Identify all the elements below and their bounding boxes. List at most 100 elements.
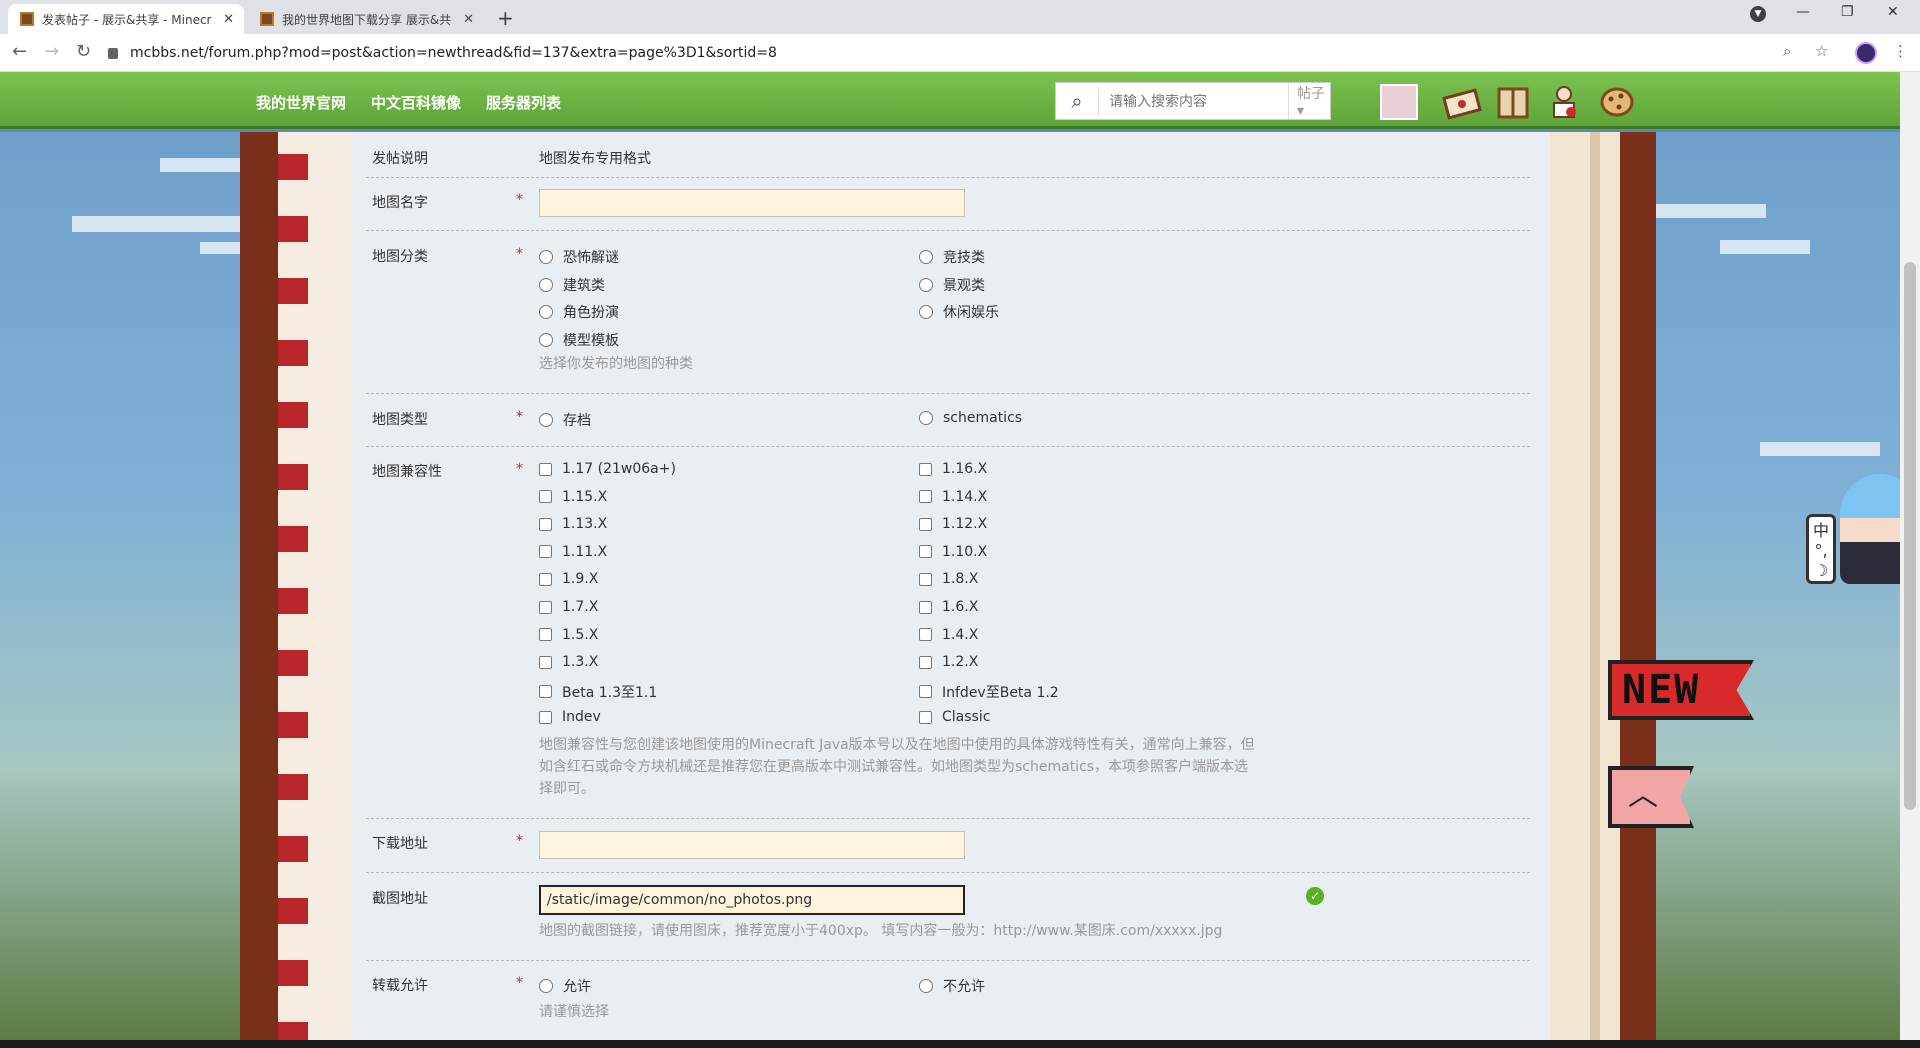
cookie-icon[interactable] bbox=[1598, 84, 1636, 120]
checkbox-icon[interactable] bbox=[919, 628, 932, 642]
compat-checkbox-left-0[interactable]: 1.17 (21w06a+) bbox=[539, 461, 676, 477]
row-compatibility: 地图兼容性 * 1.17 (21w06a+) 1.15.X 1.13.X 1.11.X… bbox=[366, 447, 1530, 819]
screenshot-hint: 地图的截图链接，请使用图床，推荐宽度小于400xp。 填写内容一般为：http:… bbox=[539, 923, 1223, 939]
checkbox-icon[interactable] bbox=[539, 685, 552, 699]
close-tab-icon[interactable]: ✕ bbox=[463, 12, 474, 27]
checkbox-icon[interactable] bbox=[539, 600, 552, 614]
minimize-icon[interactable]: — bbox=[1796, 4, 1810, 20]
compat-version-label: 1.8.X bbox=[942, 571, 979, 588]
reload-icon[interactable]: ↻ bbox=[76, 41, 91, 62]
browser-toolbar: ← → ↻ mcbbs.net/forum.php?mod=post&actio… bbox=[0, 34, 1920, 72]
field-label: 地图兼容性 bbox=[372, 464, 442, 480]
compat-checkbox-right-6[interactable]: 1.4.X bbox=[919, 627, 978, 643]
download-url-input[interactable] bbox=[539, 831, 965, 859]
category-scenery-radio[interactable]: 景观类 bbox=[919, 275, 985, 295]
checkbox-icon[interactable] bbox=[919, 462, 932, 476]
crafting-box-icon[interactable] bbox=[1494, 84, 1532, 120]
checkbox-icon[interactable] bbox=[539, 462, 552, 476]
profile-avatar[interactable] bbox=[1855, 42, 1877, 64]
category-casual-radio[interactable]: 休闲娱乐 bbox=[919, 302, 999, 322]
scrollbar-thumb[interactable] bbox=[1904, 262, 1916, 810]
checkbox-icon[interactable] bbox=[919, 545, 932, 559]
row-screenshot-url: 截图地址 ✓ 地图的截图链接，请使用图床，推荐宽度小于400xp。 填写内容一般… bbox=[366, 873, 1530, 961]
compat-checkbox-left-1[interactable]: 1.15.X bbox=[539, 489, 607, 505]
compat-checkbox-right-0[interactable]: 1.16.X bbox=[919, 461, 987, 477]
type-schematics-radio[interactable]: schematics bbox=[919, 410, 1022, 426]
checkbox-icon[interactable] bbox=[919, 572, 932, 586]
checkbox-icon[interactable] bbox=[539, 490, 552, 504]
compat-checkbox-right-2[interactable]: 1.12.X bbox=[919, 516, 987, 532]
tab-post-thread[interactable]: 发表帖子 - 展示&共享 - Minecr ✕ bbox=[8, 4, 244, 34]
category-horror-radio[interactable]: 恐怖解谜 bbox=[539, 247, 619, 267]
checkbox-icon[interactable] bbox=[919, 490, 932, 504]
checkbox-icon[interactable] bbox=[919, 600, 932, 614]
notice-value: 地图发布专用格式 bbox=[539, 151, 651, 167]
field-label: 地图名字 bbox=[372, 195, 428, 211]
checkbox-icon[interactable] bbox=[539, 710, 552, 724]
compat-checkbox-left-4[interactable]: 1.9.X bbox=[539, 571, 598, 587]
new-tab-button[interactable]: + bbox=[497, 6, 514, 30]
screenshot-url-input[interactable] bbox=[539, 885, 965, 915]
search-type-select[interactable]: 帖子 ▾ bbox=[1288, 83, 1330, 119]
compat-checkbox-left-2[interactable]: 1.13.X bbox=[539, 516, 607, 532]
search-icon[interactable]: ⌕ bbox=[1056, 89, 1098, 113]
compat-checkbox-right-1[interactable]: 1.14.X bbox=[919, 489, 987, 505]
message-envelope-icon[interactable] bbox=[1442, 84, 1482, 120]
compat-checkbox-right-4[interactable]: 1.8.X bbox=[919, 571, 978, 587]
compat-checkbox-left-5[interactable]: 1.7.X bbox=[539, 599, 598, 615]
compat-version-label: 1.12.X bbox=[942, 516, 988, 533]
category-roleplay-radio[interactable]: 角色扮演 bbox=[539, 302, 619, 322]
compat-checkbox-left-8[interactable]: Beta 1.3至1.1 bbox=[539, 682, 657, 702]
compat-version-label: Beta 1.3至1.1 bbox=[562, 684, 658, 701]
compat-checkbox-left-9[interactable]: Indev bbox=[539, 709, 601, 725]
user-avatar[interactable] bbox=[1380, 84, 1418, 120]
compat-checkbox-right-7[interactable]: 1.2.X bbox=[919, 654, 978, 670]
repost-allow-radio[interactable]: 允许 bbox=[539, 976, 591, 996]
nav-minecraft-official[interactable]: 我的世界官网 bbox=[256, 92, 346, 113]
checkbox-icon[interactable] bbox=[919, 685, 932, 699]
restore-icon[interactable]: ❐ bbox=[1841, 4, 1854, 20]
forward-arrow-icon[interactable]: → bbox=[44, 41, 59, 62]
repost-deny-radio[interactable]: 不允许 bbox=[919, 976, 985, 996]
new-post-flag-button[interactable]: NEW bbox=[1608, 660, 1754, 720]
checkbox-icon[interactable] bbox=[539, 655, 552, 669]
bookmark-star-icon[interactable]: ☆ bbox=[1815, 42, 1828, 60]
compat-checkbox-left-7[interactable]: 1.3.X bbox=[539, 654, 598, 670]
checkbox-icon[interactable] bbox=[919, 710, 932, 724]
search-input[interactable] bbox=[1098, 86, 1288, 116]
potion-icon[interactable] bbox=[1545, 84, 1583, 120]
page-scrollbar[interactable] bbox=[1900, 72, 1920, 1040]
zoom-icon[interactable]: ⌕ bbox=[1783, 42, 1791, 60]
lock-icon bbox=[108, 47, 118, 59]
back-arrow-icon[interactable]: ← bbox=[12, 41, 27, 62]
address-bar[interactable]: mcbbs.net/forum.php?mod=post&action=newt… bbox=[108, 39, 1828, 67]
category-template-radio[interactable]: 模型模板 bbox=[539, 330, 619, 350]
checkbox-icon[interactable] bbox=[919, 655, 932, 669]
compat-checkbox-right-9[interactable]: Classic bbox=[919, 709, 990, 725]
nav-server-list[interactable]: 服务器列表 bbox=[486, 92, 561, 113]
checkbox-icon[interactable] bbox=[539, 517, 552, 531]
checkbox-icon[interactable] bbox=[539, 628, 552, 642]
row-download-url: 下载地址 * bbox=[366, 819, 1530, 873]
browser-menu-icon[interactable]: ⋮ bbox=[1893, 42, 1908, 60]
compat-checkbox-right-3[interactable]: 1.10.X bbox=[919, 544, 987, 560]
compat-checkbox-right-5[interactable]: 1.6.X bbox=[919, 599, 978, 615]
compat-checkbox-left-6[interactable]: 1.5.X bbox=[539, 627, 598, 643]
map-name-input[interactable] bbox=[539, 189, 965, 217]
tab-search-icon[interactable]: ▼ bbox=[1750, 6, 1766, 22]
ime-toolbar[interactable]: 中 °, ☽ bbox=[1806, 514, 1836, 584]
tab-map-share[interactable]: 我的世界地图下载分享 展示&共 ✕ bbox=[248, 4, 484, 34]
compat-checkbox-left-3[interactable]: 1.11.X bbox=[539, 544, 607, 560]
checkbox-icon[interactable] bbox=[919, 517, 932, 531]
type-save-radio[interactable]: 存档 bbox=[539, 410, 591, 430]
category-building-radio[interactable]: 建筑类 bbox=[539, 275, 605, 295]
site-header: 我的世界官网 中文百科镜像 服务器列表 ⌕ 帖子 ▾ bbox=[0, 72, 1900, 129]
checkbox-icon[interactable] bbox=[539, 545, 552, 559]
close-tab-icon[interactable]: ✕ bbox=[223, 12, 234, 27]
category-pvp-radio[interactable]: 竞技类 bbox=[919, 247, 985, 267]
nav-wiki-mirror[interactable]: 中文百科镜像 bbox=[371, 92, 461, 113]
compat-checkbox-right-8[interactable]: Infdev至Beta 1.2 bbox=[919, 682, 1059, 702]
checkbox-icon[interactable] bbox=[539, 572, 552, 586]
close-window-icon[interactable]: ✕ bbox=[1887, 4, 1899, 20]
compat-hint-line-3: 择即可。 bbox=[539, 781, 595, 797]
